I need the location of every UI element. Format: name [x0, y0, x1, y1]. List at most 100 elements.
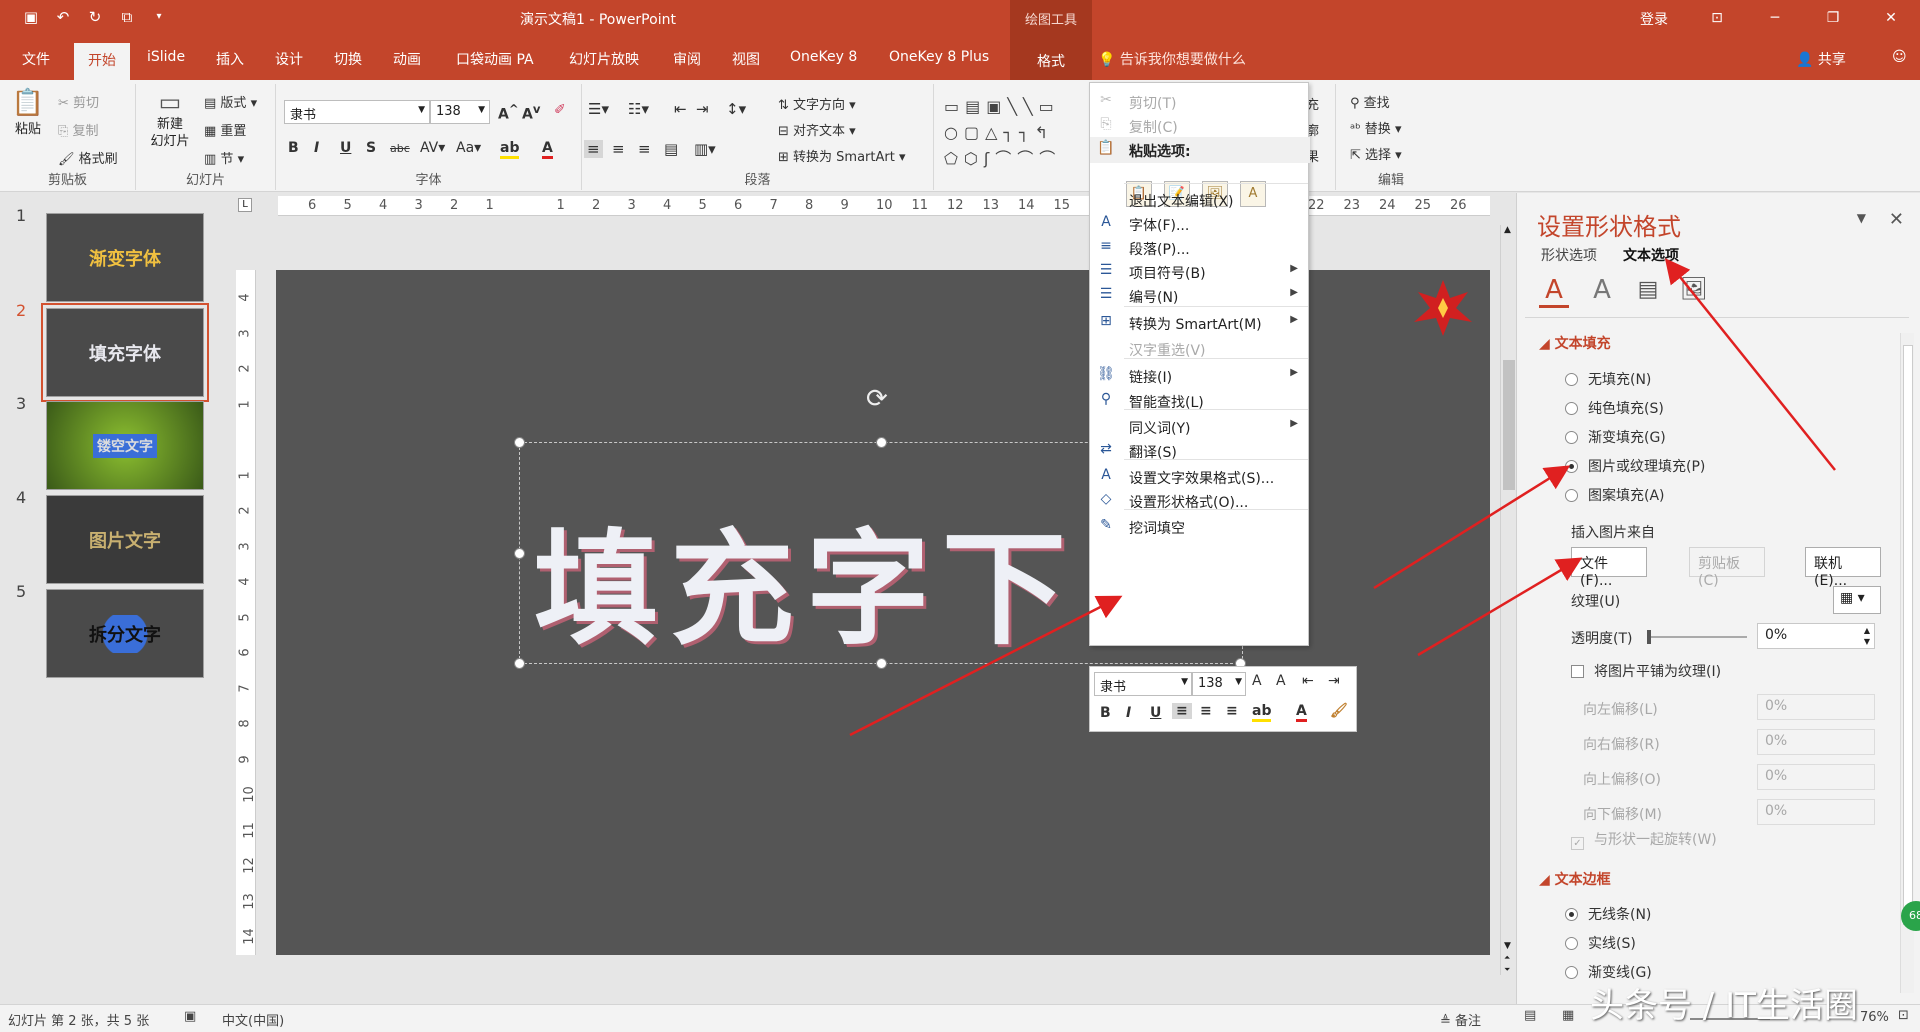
copy-button[interactable]: ⎘ 复制 — [58, 120, 99, 139]
slide-thumbnail[interactable]: 镂空文字 — [46, 401, 204, 490]
mini-font-select[interactable]: 隶书 ▼ — [1094, 672, 1192, 696]
tab-slideshow[interactable]: 幻灯片放映 — [569, 49, 639, 69]
menu-item[interactable]: ✎ 挖词填空 — [1090, 514, 1310, 540]
align-center-icon[interactable]: ≡ — [612, 140, 625, 158]
text-effects-icon[interactable]: A — [1587, 275, 1617, 305]
resize-handle[interactable] — [514, 437, 525, 448]
convert-smartart-button[interactable]: ⊞ 转换为 SmartArt ▾ — [778, 146, 906, 165]
texture-picker[interactable]: ▦ ▾ — [1833, 586, 1881, 614]
resize-handle[interactable] — [514, 548, 525, 559]
rotate-handle-icon[interactable]: ⟳ — [866, 384, 888, 414]
font-color-icon[interactable]: A — [542, 140, 553, 159]
layout-button[interactable]: ▤ 版式 ▾ — [204, 92, 257, 111]
share-button[interactable]: 👤 共享 — [1796, 49, 1846, 69]
italic-icon[interactable]: I — [314, 140, 319, 156]
tab-file[interactable]: 文件 — [22, 49, 50, 69]
clipboard-button[interactable]: 剪贴板(C) — [1689, 547, 1765, 589]
tab-format[interactable]: 格式 — [1010, 51, 1092, 71]
radio-button[interactable] — [1565, 908, 1578, 921]
tab-review[interactable]: 审阅 — [673, 49, 701, 69]
menu-item[interactable]: A 设置文字效果格式(S)... — [1090, 464, 1310, 490]
radio-button[interactable] — [1565, 402, 1578, 415]
slide-counter[interactable]: 幻灯片 第 2 张，共 5 张 — [8, 1010, 149, 1029]
textbox-icon[interactable]: ▤ — [1633, 277, 1663, 302]
menu-item[interactable]: ◇ 设置形状格式(O)... — [1090, 488, 1310, 514]
bold-icon[interactable]: B — [288, 140, 299, 156]
offset-input[interactable]: 0% — [1757, 729, 1875, 755]
outline-option-radio[interactable]: 实线(S) — [1565, 933, 1636, 953]
slide-scrollbar[interactable]: ▲ ▼ ⏶ ⏷ — [1500, 225, 1516, 975]
present-icon[interactable]: ⧉ — [118, 8, 136, 26]
zoom-level[interactable]: 76% — [1860, 1010, 1889, 1025]
change-case-icon[interactable]: Aa▾ — [456, 140, 481, 156]
scroll-down-icon[interactable]: ▼ — [1504, 941, 1511, 951]
pane-options-icon[interactable]: ▼ — [1857, 211, 1866, 225]
section-text-outline[interactable]: ◢ 文本边框 — [1539, 869, 1611, 889]
menu-item[interactable]: ⇄ 翻译(S) — [1090, 438, 1310, 464]
undo-icon[interactable]: ↶ — [54, 8, 72, 26]
fill-option-radio[interactable]: 渐变填充(G) — [1565, 427, 1666, 447]
offset-input[interactable]: 0% — [1757, 799, 1875, 825]
columns-icon[interactable]: ▥▾ — [694, 140, 716, 158]
transparency-slider[interactable] — [1647, 630, 1747, 644]
cut-button[interactable]: ✂ 剪切 — [58, 92, 99, 111]
slide-big-text[interactable]: 填充字下 — [534, 488, 1078, 668]
underline-icon[interactable]: U — [340, 140, 351, 156]
fill-option-radio[interactable]: 图案填充(A) — [1565, 485, 1665, 505]
vertical-ruler[interactable]: 4 3 2 1 1 2 3 4 5 6 7 8 9 10 11 12 13 14 — [236, 270, 256, 955]
menu-item[interactable]: ✂ 剪切(T) — [1090, 89, 1310, 115]
tile-check-box[interactable] — [1571, 665, 1584, 678]
language-indicator[interactable]: 中文(中国) — [222, 1010, 284, 1029]
pane-scrollbar[interactable] — [1900, 333, 1914, 993]
bullets-icon[interactable]: ☰▾ — [588, 100, 609, 118]
tab-pocket-animation[interactable]: 口袋动画 PA — [456, 49, 534, 69]
offset-input[interactable]: 0% — [1757, 694, 1875, 720]
pane-close-icon[interactable]: ✕ — [1889, 209, 1904, 230]
menu-item[interactable]: ☰ 项目符号(B) ▶ — [1090, 259, 1310, 285]
mini-align-right-icon[interactable]: ≡ — [1226, 703, 1238, 719]
reset-button[interactable]: ▦ 重置 — [204, 120, 246, 139]
radio-button[interactable] — [1565, 431, 1578, 444]
radio-button[interactable] — [1565, 966, 1578, 979]
shapes-gallery[interactable]: ▭▤▣╲╲▭ ○▢△┐┐↰ ⬠⬡ʃ⌒⌒⌒ — [944, 94, 1094, 172]
clear-format-icon[interactable]: ✐ — [554, 102, 566, 118]
redo-icon[interactable]: ↻ — [86, 8, 104, 26]
mini-align-left-icon[interactable]: ≡ — [1172, 703, 1192, 719]
new-slide-button[interactable]: ▭ 新建 幻灯片 — [142, 88, 198, 150]
slide-thumbnail[interactable]: 图片文字 — [46, 495, 204, 584]
mini-underline-icon[interactable]: U — [1150, 705, 1161, 721]
font-size-select[interactable]: 138 ▼ — [430, 100, 490, 124]
fill-option-radio[interactable]: 图片或纹理填充(P) — [1565, 456, 1705, 476]
align-right-icon[interactable]: ≡ — [638, 140, 651, 158]
fit-slide-icon[interactable]: ⊡ — [1898, 1008, 1909, 1023]
align-left-icon[interactable]: ≡ — [584, 140, 603, 158]
outline-option-radio[interactable]: 无线条(N) — [1565, 904, 1651, 924]
grow-font-icon[interactable]: A^ — [498, 102, 519, 123]
replace-button[interactable]: ᵃᵇ 替换 ▾ — [1350, 118, 1401, 137]
menu-item[interactable]: 汉字重选(V) — [1090, 336, 1310, 362]
format-painter-button[interactable]: 🖌 格式刷 — [58, 148, 118, 167]
radio-button[interactable] — [1565, 937, 1578, 950]
tab-animations[interactable]: 动画 — [393, 49, 421, 69]
sorter-view-icon[interactable]: ▦ — [1562, 1008, 1574, 1023]
login-link[interactable]: 登录 — [1640, 9, 1668, 29]
strikethrough-icon[interactable]: abc — [390, 142, 410, 155]
notes-button[interactable]: ≜ 备注 — [1440, 1010, 1481, 1029]
slide-thumbnail[interactable]: 渐变字体 — [46, 213, 204, 302]
highlight-icon[interactable]: ab — [500, 140, 520, 159]
section-text-fill[interactable]: ◢ 文本填充 — [1539, 333, 1611, 353]
paste-button[interactable]: 📋 粘贴 — [10, 88, 46, 137]
tab-design[interactable]: 设计 — [275, 49, 303, 69]
tab-insert[interactable]: 插入 — [216, 49, 244, 69]
justify-icon[interactable]: ▤ — [664, 140, 678, 158]
line-spacing-icon[interactable]: ↕▾ — [726, 100, 746, 118]
menu-item[interactable]: ☰ 编号(N) ▶ — [1090, 283, 1310, 309]
mini-size-select[interactable]: 138 ▼ — [1192, 672, 1246, 696]
section-button[interactable]: ▥ 节 ▾ — [204, 148, 244, 167]
menu-item[interactable]: A 字体(F)... — [1090, 211, 1310, 237]
save-icon[interactable]: ▣ — [22, 8, 40, 26]
close-icon[interactable]: ✕ — [1862, 0, 1920, 36]
tell-me-search[interactable]: 💡 告诉我你想要做什么 — [1098, 49, 1246, 69]
next-slide-icon[interactable]: ⏷ — [1504, 965, 1510, 975]
mini-shrink-font-icon[interactable]: A — [1276, 673, 1286, 689]
